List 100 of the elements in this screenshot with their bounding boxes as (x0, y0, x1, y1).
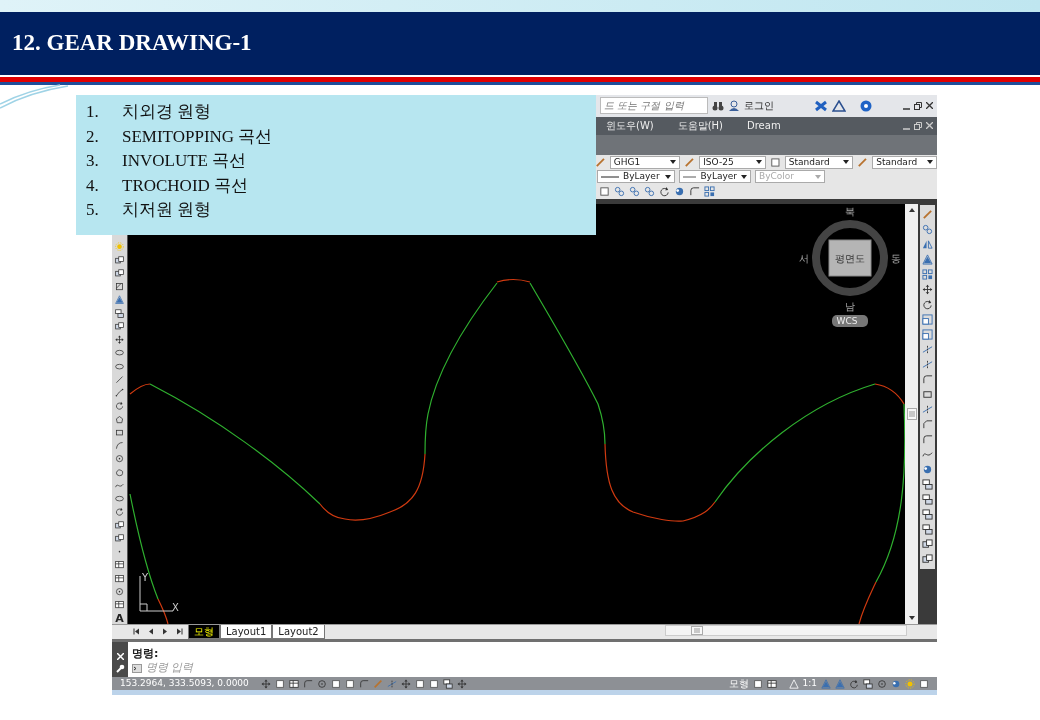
wrench-icon[interactable] (115, 664, 125, 674)
property-dropdown[interactable]: ByLayer (679, 170, 751, 184)
rectangle-icon[interactable] (922, 389, 933, 401)
search-field[interactable]: 드 또는 구절 입력 (600, 97, 708, 115)
array-icon[interactable] (922, 269, 933, 281)
tab-nav-icon[interactable] (174, 627, 184, 637)
ellipse-icon[interactable] (114, 348, 125, 358)
user-icon[interactable] (728, 99, 740, 112)
chamfer-icon[interactable] (922, 419, 933, 431)
toggle-icon[interactable] (442, 678, 453, 689)
toggle-icon[interactable] (344, 678, 355, 689)
viewport-icon[interactable] (752, 678, 763, 689)
trim-icon[interactable] (922, 344, 933, 356)
exchange-icon[interactable] (814, 99, 828, 112)
layout-icon[interactable] (766, 678, 777, 689)
restore-icon[interactable] (914, 101, 922, 110)
layout-tab[interactable]: Layout1 (220, 625, 273, 640)
style-dropdown[interactable]: Standard (784, 155, 854, 169)
toggle-icon[interactable] (302, 678, 313, 689)
menu-item[interactable]: Dream (747, 118, 781, 134)
toggle-icon[interactable] (372, 678, 383, 689)
fillet-icon[interactable] (922, 374, 933, 386)
trim-icon[interactable] (922, 404, 933, 416)
wcs-label[interactable]: WCS (836, 316, 858, 327)
toggle-icon[interactable] (358, 678, 369, 689)
toggle-icon[interactable] (428, 678, 439, 689)
menu-item[interactable]: 윈도우(W) (606, 118, 654, 134)
layout-tab[interactable]: Layout2 (272, 625, 325, 640)
trim-icon[interactable] (922, 359, 933, 371)
scroll-thumb[interactable] (906, 408, 917, 421)
move-icon[interactable] (922, 284, 933, 296)
mirror-icon[interactable] (922, 239, 933, 251)
rotate-icon[interactable] (922, 299, 933, 311)
toggle-icon[interactable] (414, 678, 425, 689)
copy-icon[interactable] (922, 224, 933, 236)
compass-label[interactable]: 남 (845, 301, 855, 313)
hatch-icon[interactable] (114, 282, 125, 292)
layers-icon[interactable] (922, 479, 933, 491)
array-icon[interactable] (704, 186, 715, 198)
table-style-icon[interactable] (769, 156, 781, 168)
style-dropdown[interactable]: GHG1 (609, 155, 681, 169)
ellipse-icon[interactable] (114, 494, 125, 504)
rotate-icon[interactable] (114, 507, 125, 517)
scale-icon[interactable] (922, 314, 933, 326)
copy-icon[interactable] (644, 186, 655, 198)
viewcube-ring[interactable] (812, 220, 888, 297)
polyline-icon[interactable] (114, 388, 125, 398)
toggle-icon[interactable] (288, 678, 299, 689)
tab-nav-icon[interactable] (132, 627, 142, 637)
layout-tab[interactable]: 모형 (188, 625, 220, 640)
circle-icon[interactable] (114, 586, 125, 597)
circle-icon[interactable] (114, 454, 125, 464)
annotation-scale-icon[interactable] (788, 678, 799, 689)
copy-icon[interactable] (614, 186, 625, 198)
scale-icon[interactable] (922, 329, 933, 341)
toggle-icon[interactable] (274, 678, 285, 689)
block-icon[interactable] (922, 539, 933, 551)
block-icon[interactable] (922, 554, 933, 566)
compass-label[interactable]: 북 (845, 206, 855, 218)
toggle-icon[interactable] (456, 678, 467, 689)
text-tool[interactable]: A (115, 613, 124, 625)
square-icon[interactable] (599, 186, 610, 198)
viewcube-face[interactable] (828, 239, 872, 277)
toggle-icon[interactable] (260, 678, 271, 689)
scroll-up-icon[interactable] (908, 208, 915, 213)
prompt-icon[interactable] (132, 663, 142, 673)
rotate-icon[interactable] (659, 186, 670, 198)
arc-icon[interactable] (114, 441, 125, 451)
rectangle-icon[interactable] (114, 427, 125, 438)
block-icon[interactable] (114, 533, 125, 544)
cloud-icon[interactable] (114, 467, 125, 477)
restore-icon[interactable] (914, 121, 922, 130)
help-icon[interactable] (860, 99, 872, 112)
compass-label[interactable]: 서 (799, 253, 809, 265)
toggle-icon[interactable] (386, 678, 397, 689)
property-dropdown[interactable]: ByLayer (597, 170, 675, 184)
fillet-icon[interactable] (689, 186, 700, 198)
scroll-down-icon[interactable] (908, 616, 915, 621)
style-dropdown[interactable]: ISO-25 (699, 155, 766, 169)
layers-icon[interactable] (922, 524, 933, 536)
layers-icon[interactable] (922, 509, 933, 521)
binoculars-icon[interactable] (712, 99, 724, 112)
copy-icon[interactable] (629, 186, 640, 198)
block-icon[interactable] (114, 255, 125, 265)
layers-icon[interactable] (922, 494, 933, 506)
login-link[interactable]: 로그인 (744, 98, 774, 114)
table-icon[interactable] (114, 600, 125, 610)
style-dropdown[interactable]: Standard (872, 155, 937, 169)
compass-label[interactable]: 동 (891, 253, 901, 265)
move-icon[interactable] (114, 335, 125, 345)
toggle-icon[interactable] (400, 678, 411, 689)
hexagon-icon[interactable] (114, 414, 125, 424)
ellipse-icon[interactable] (114, 361, 125, 371)
block-icon[interactable] (114, 520, 125, 530)
block-icon[interactable] (114, 321, 125, 332)
triangle-icon[interactable] (832, 99, 846, 112)
table-icon[interactable] (114, 560, 125, 570)
command-input[interactable]: 명령 입력 (146, 661, 266, 676)
close-icon[interactable] (926, 102, 933, 110)
rotate-icon[interactable] (114, 401, 125, 411)
